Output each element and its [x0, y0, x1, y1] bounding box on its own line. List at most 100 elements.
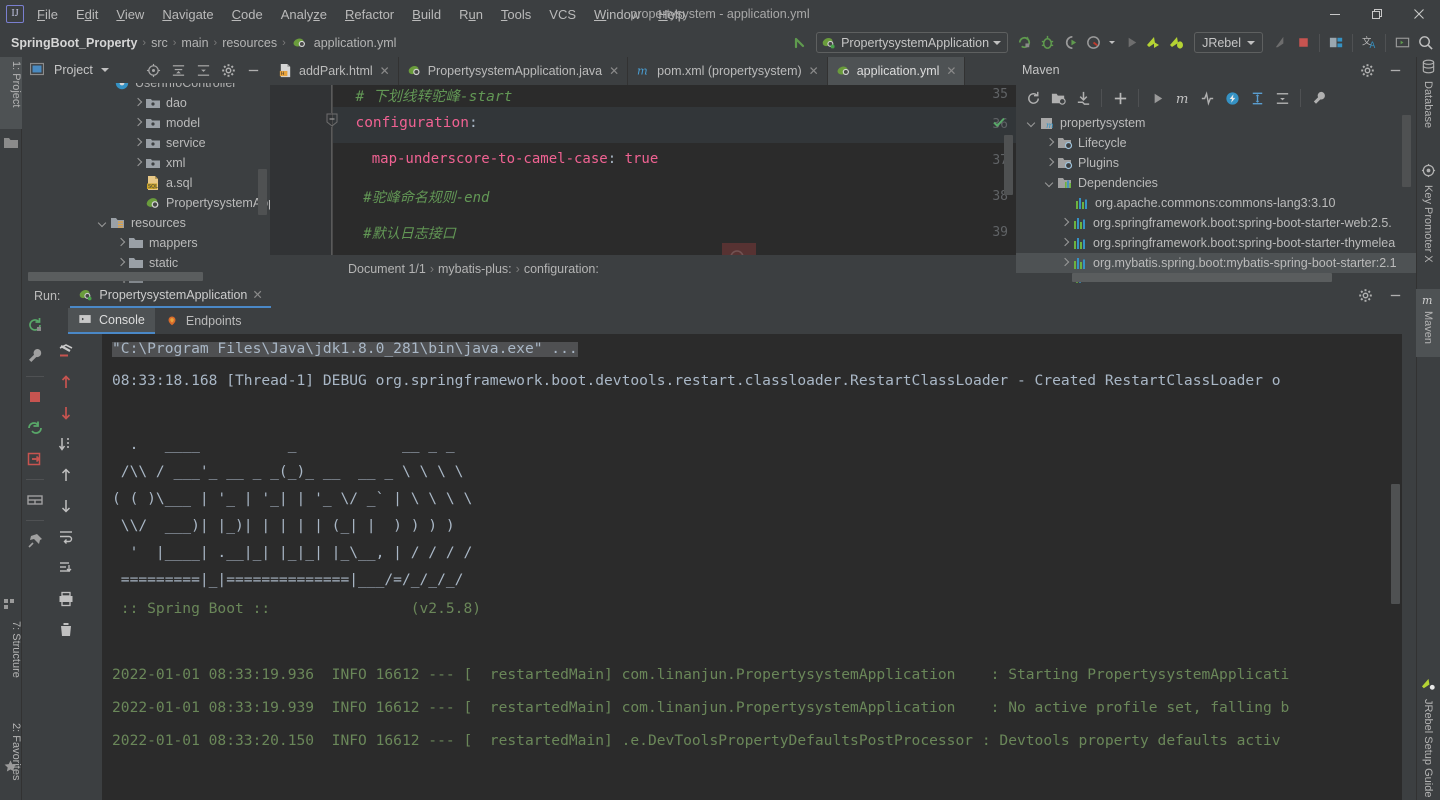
gear-icon[interactable] [217, 59, 239, 81]
chevron-right-icon[interactable] [115, 237, 127, 249]
breadcrumb-item-file[interactable]: application.yml [311, 36, 400, 50]
back-arrow-icon[interactable] [789, 32, 811, 54]
scroll-up-icon[interactable] [55, 371, 77, 393]
chevron-down-icon[interactable] [1109, 41, 1116, 44]
breadcrumb-item-src[interactable]: src [148, 36, 171, 50]
menu-item-view[interactable]: View [107, 4, 153, 25]
close-icon[interactable]: ✕ [252, 287, 262, 302]
wrap-text-icon[interactable] [55, 526, 77, 548]
generate-sources-icon[interactable] [1047, 87, 1069, 109]
attach-icon[interactable] [1269, 32, 1291, 54]
toggle-skip-tests-icon[interactable] [1196, 87, 1218, 109]
run-config-tab[interactable]: PropertysystemApplication ✕ [70, 283, 271, 308]
scroll-down-icon[interactable] [55, 402, 77, 424]
down-icon[interactable] [55, 495, 77, 517]
maven-dependency-commons-lang3[interactable]: org.apache.commons:commons-lang3:3.10 [1016, 193, 1416, 213]
chevron-right-icon[interactable] [1044, 137, 1056, 149]
layout-icon[interactable] [24, 489, 46, 511]
menu-item-vcs[interactable]: VCS [540, 4, 585, 25]
tab-console[interactable]: Console [68, 308, 155, 334]
close-icon[interactable]: ✕ [946, 64, 956, 78]
clear-all-icon[interactable] [55, 619, 77, 641]
chevron-right-icon[interactable] [132, 117, 144, 129]
tree-item-dao[interactable]: dao [22, 93, 270, 113]
restore-icon[interactable] [1356, 0, 1398, 28]
chevron-right-icon[interactable] [132, 137, 144, 149]
sidebar-item-project[interactable]: 1: Project [0, 57, 22, 129]
tab-endpoints[interactable]: Endpoints [155, 308, 252, 334]
yaml-path-node[interactable]: configuration: [524, 262, 599, 276]
project-tree[interactable]: UserInfoController dao model service xml… [22, 83, 270, 283]
sidebar-item-database[interactable]: Database [1416, 77, 1440, 149]
thread-dump-icon[interactable] [24, 448, 46, 470]
minimize-icon[interactable] [1314, 0, 1356, 28]
rerun-icon[interactable] [24, 314, 46, 336]
profiler-icon[interactable] [1082, 32, 1104, 54]
hide-icon[interactable] [242, 59, 264, 81]
tree-item-userinfocontroller[interactable]: UserInfoController [22, 83, 270, 93]
menu-item-navigate[interactable]: Navigate [153, 4, 222, 25]
sidebar-item-jrebel-setup-guide[interactable]: JRebel Setup Guide [1416, 695, 1440, 800]
code-fold-marker[interactable] [325, 113, 339, 127]
jrebel-run-icon[interactable] [1143, 32, 1165, 54]
menu-item-edit[interactable]: Edit [67, 4, 107, 25]
run-icon[interactable] [1120, 32, 1142, 54]
run-with-coverage-icon[interactable] [1059, 32, 1081, 54]
editor-tab-propertysystemapplication-java[interactable]: PropertysystemApplication.java ✕ [399, 57, 629, 85]
pin-tab-icon[interactable] [24, 530, 46, 552]
tree-item-static[interactable]: static [22, 253, 270, 273]
maven-tree-item-lifecycle[interactable]: Lifecycle [1016, 133, 1416, 153]
chevron-right-icon[interactable] [1059, 217, 1071, 229]
jrebel-debug-icon[interactable] [1166, 32, 1188, 54]
toggle-offline-icon[interactable] [1221, 87, 1243, 109]
breadcrumb-item-main[interactable]: main [178, 36, 211, 50]
chevron-down-icon[interactable] [1044, 177, 1056, 189]
breadcrumb-item-project[interactable]: SpringBoot_Property [8, 36, 140, 50]
close-icon[interactable]: ✕ [609, 64, 619, 78]
menu-item-window[interactable]: Window [585, 4, 649, 25]
chevron-right-icon[interactable] [1044, 157, 1056, 169]
chevron-right-icon[interactable] [1059, 257, 1071, 269]
menu-item-build[interactable]: Build [403, 4, 450, 25]
collapse-all-icon[interactable] [1271, 87, 1293, 109]
terminal-icon[interactable] [1391, 32, 1413, 54]
execute-maven-goal-icon[interactable]: m [1171, 87, 1193, 109]
translate-icon[interactable]: 文A [1358, 32, 1380, 54]
chevron-right-icon[interactable] [132, 97, 144, 109]
chevron-down-icon[interactable] [1247, 40, 1255, 45]
gear-icon[interactable] [1354, 285, 1376, 307]
tree-item-a-sql[interactable]: SQL a.sql [22, 173, 270, 193]
up-icon[interactable] [55, 464, 77, 486]
maven-tree-scrollbar-horizontal[interactable] [1072, 273, 1332, 282]
inspection-ok-check-icon[interactable] [992, 115, 1006, 132]
expand-all-icon[interactable] [167, 59, 189, 81]
menu-item-tools[interactable]: Tools [492, 4, 540, 25]
chevron-right-icon[interactable] [132, 157, 144, 169]
hide-icon[interactable] [1384, 285, 1406, 307]
tree-item-service[interactable]: service [22, 133, 270, 153]
sidebar-item-key-promoter[interactable]: Key Promoter X [1416, 181, 1440, 281]
gear-icon[interactable] [1356, 59, 1378, 81]
reimport-icon[interactable] [1022, 87, 1044, 109]
sort-icon[interactable] [55, 433, 77, 455]
restart-devtools-icon[interactable] [24, 417, 46, 439]
close-icon[interactable] [1398, 0, 1440, 28]
stop-icon[interactable] [24, 386, 46, 408]
maven-dependency-mybatis-spring-boot-starter[interactable]: org.mybatis.spring.boot:mybatis-spring-b… [1016, 253, 1416, 273]
maven-dependency-spring-boot-starter-web[interactable]: org.springframework.boot:spring-boot-sta… [1016, 213, 1416, 233]
yaml-path-root[interactable]: mybatis-plus: [438, 262, 512, 276]
tree-item-propertysystemapplication[interactable]: PropertysystemApp [22, 193, 270, 213]
tree-item-xml[interactable]: xml [22, 153, 270, 173]
editor-tab-application-yml[interactable]: application.yml ✕ [827, 57, 966, 85]
maven-projects-tree[interactable]: m propertysystem Lifecycle Plugins Depen… [1016, 113, 1416, 283]
close-icon[interactable]: ✕ [809, 64, 819, 78]
download-sources-icon[interactable] [1072, 87, 1094, 109]
menu-item-analyze[interactable]: Analyze [272, 4, 336, 25]
chevron-down-icon[interactable] [1026, 117, 1038, 129]
code-editor[interactable]: 35 36 37 38 39 # 下划线转驼峰-start configurat… [270, 85, 1016, 283]
sidebar-item-structure[interactable]: 7: Structure [0, 617, 22, 703]
tree-item-model[interactable]: model [22, 113, 270, 133]
project-tree-scrollbar-vertical[interactable] [258, 169, 267, 215]
console-scrollbar-vertical[interactable] [1389, 334, 1402, 800]
maven-tree-item-dependencies[interactable]: Dependencies [1016, 173, 1416, 193]
